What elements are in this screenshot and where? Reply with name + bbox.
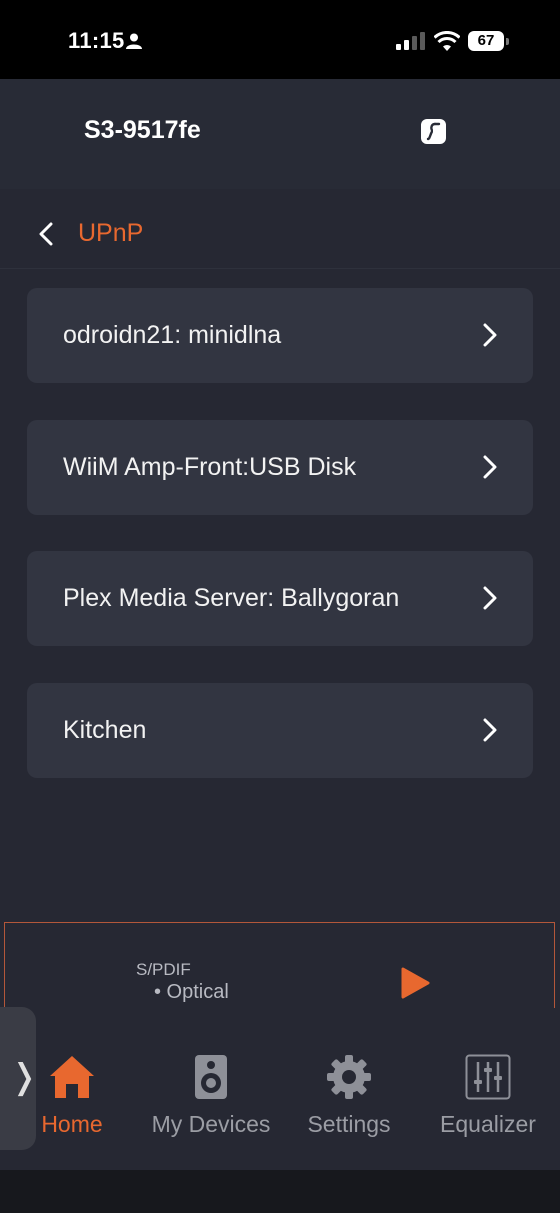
list-item-plex[interactable]: Plex Media Server: Ballygoran (27, 551, 533, 646)
breadcrumb-title[interactable]: UPnP (78, 219, 143, 248)
home-indicator-area (0, 1170, 560, 1213)
nav-home[interactable]: Home (36, 1050, 108, 1150)
battery-nub (506, 38, 509, 45)
list-item-label: Kitchen (63, 716, 147, 744)
nav-settings[interactable]: Settings (298, 1050, 400, 1150)
music-note-icon[interactable] (421, 119, 446, 144)
home-icon (50, 1056, 94, 1098)
drawer-handle[interactable]: ❭ (0, 1007, 39, 1150)
chevron-right-icon (483, 718, 497, 742)
nav-label: Equalizer (440, 1111, 536, 1137)
chevron-right-icon (483, 455, 497, 479)
list-item-label: WiiM Amp-Front:USB Disk (63, 453, 357, 481)
nav-my-devices[interactable]: My Devices (145, 1050, 277, 1150)
list-item-wiim-amp[interactable]: WiiM Amp-Front:USB Disk (27, 420, 533, 515)
person-icon (126, 33, 142, 49)
battery-indicator: 67 (468, 31, 504, 51)
player-input: • Optical (154, 981, 229, 1003)
wifi-icon (434, 31, 460, 51)
list-item-label: Plex Media Server: Ballygoran (63, 584, 400, 612)
app-header: S3-9517fe (0, 79, 560, 189)
list-item-odroidn21[interactable]: odroidn21: minidlna (27, 288, 533, 383)
list-item-label: odroidn21: minidlna (63, 321, 282, 349)
chevron-right-icon: ❭ (10, 1057, 39, 1097)
chevron-right-icon (483, 586, 497, 610)
speaker-icon (195, 1055, 227, 1099)
status-bar: 11:15 67 (0, 0, 560, 79)
back-chevron-icon[interactable] (38, 222, 54, 246)
nav-equalizer[interactable]: Equalizer (434, 1050, 542, 1150)
equalizer-icon (465, 1054, 511, 1100)
nav-label: Settings (307, 1111, 391, 1137)
status-time: 11:15 (68, 28, 125, 53)
play-icon[interactable] (400, 967, 430, 999)
signal-icon (396, 32, 425, 50)
gear-icon (327, 1055, 371, 1099)
player-source: S/PDIF (136, 960, 191, 979)
chevron-right-icon (483, 323, 497, 347)
nav-label: Home (41, 1111, 103, 1137)
device-name: S3-9517fe (84, 116, 201, 144)
list-item-kitchen[interactable]: Kitchen (27, 683, 533, 778)
nav-label: My Devices (151, 1111, 271, 1137)
divider (0, 268, 560, 269)
